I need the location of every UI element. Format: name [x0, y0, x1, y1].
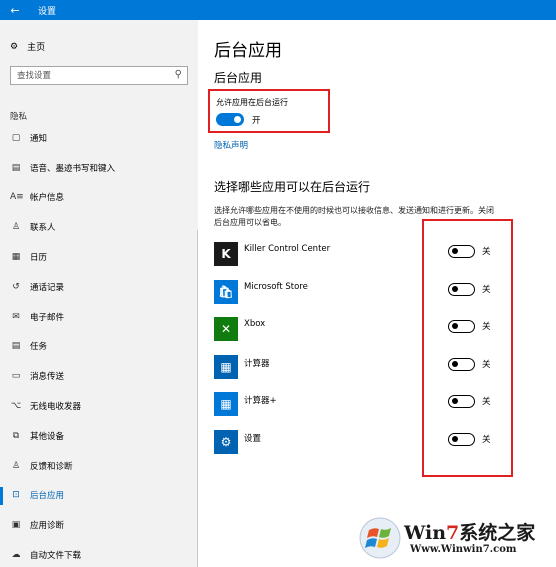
sidebar-item-label: 任务 [30, 342, 48, 353]
app-toggles-highlight [422, 219, 513, 477]
app-name: 设置 [244, 433, 262, 444]
sidebar-item-label: 帐户信息 [30, 193, 65, 204]
sidebar-item-label: 通话记录 [30, 282, 65, 293]
toggle-knob [234, 116, 241, 123]
sidebar-item-label: 语音、墨迹书写和键入 [30, 163, 116, 174]
sidebar-item-app-diagnostics[interactable]: ▣ 应用诊断 [0, 510, 198, 540]
email-icon: ✉ [12, 311, 20, 322]
search-icon[interactable]: ⚲ [175, 69, 182, 80]
sidebar-item-label: 应用诊断 [30, 521, 65, 532]
app-icon: ✕ [214, 317, 238, 341]
contacts-icon: ♙ [11, 222, 21, 233]
allow-background-state: 开 [252, 116, 261, 126]
sidebar-item-notifications[interactable]: ▢ 通知 [0, 123, 198, 153]
home-link[interactable]: ⚙ 主页 [10, 40, 46, 54]
search-box[interactable]: ⚲ [10, 66, 188, 85]
app-icon: K [214, 242, 238, 266]
section-header-privacy: 隐私 [10, 112, 28, 122]
allow-background-toggle[interactable] [216, 113, 244, 126]
watermark-url: Www.Winwin7.com [410, 544, 517, 555]
app-name: Microsoft Store [244, 281, 308, 292]
allow-background-highlight: 允许应用在后台运行 开 [208, 89, 330, 133]
sidebar-item-label: 通知 [30, 133, 48, 144]
back-arrow-icon: ← [10, 3, 20, 17]
sidebar-item-auto-download[interactable]: ☁ 自动文件下载 [0, 540, 198, 567]
notifications-icon: ▢ [11, 132, 21, 143]
sidebar-item-label: 后台应用 [30, 491, 65, 502]
page-title: 后台应用 [214, 41, 282, 61]
sidebar-item-calendar[interactable]: ▦ 日历 [0, 242, 198, 272]
watermark-brand: Win7系统之家 [404, 522, 536, 544]
app-icon: 🛍 [214, 279, 238, 304]
section-title: 后台应用 [214, 71, 263, 85]
account-info-icon: A≡ [10, 192, 24, 203]
auto-download-icon: ☁ [11, 550, 21, 561]
sidebar-item-label: 反馈和诊断 [30, 461, 73, 472]
app-name: 计算器+ [244, 396, 277, 406]
sidebar-item-speech[interactable]: ▤ 语音、墨迹书写和键入 [0, 153, 198, 183]
title-bar: ← 设置 [0, 0, 556, 20]
radios-icon: ⌥ [10, 401, 22, 412]
tasks-icon: ▤ [11, 341, 21, 352]
sidebar-item-other-devices[interactable]: ⧉ 其他设备 [0, 421, 198, 451]
sidebar-item-label: 日历 [30, 253, 48, 264]
sidebar-item-label: 消息传送 [30, 372, 65, 383]
app-name: 计算器 [244, 358, 270, 369]
app-icon: ▦ [214, 392, 238, 416]
gear-icon: ⚙ [10, 41, 19, 52]
sidebar-item-tasks[interactable]: ▤ 任务 [0, 332, 198, 362]
sidebar-item-contacts[interactable]: ♙ 联系人 [0, 212, 198, 242]
home-label: 主页 [27, 43, 46, 53]
sidebar-item-label: 联系人 [30, 223, 56, 234]
app-diagnostics-icon: ▣ [11, 520, 21, 531]
background-apps-icon: ⊡ [12, 490, 20, 501]
sidebar-item-messaging[interactable]: ▭ 消息传送 [0, 361, 198, 391]
sidebar-nav: ▢ 通知 ▤ 语音、墨迹书写和键入 A≡ 帐户信息 ♙ 联系人 ▦ 日历 ↺ 通话记录 ✉ 电子邮件 ▤ 任务… [0, 123, 198, 567]
sidebar-item-feedback[interactable]: ♙ 反馈和诊断 [0, 451, 198, 481]
sidebar-item-call-history[interactable]: ↺ 通话记录 [0, 272, 198, 302]
speech-icon: ▤ [11, 162, 21, 173]
windows-logo-icon [359, 517, 401, 559]
choose-apps-title: 选择哪些应用可以在后台运行 [214, 180, 371, 194]
sidebar-item-label: 无线电收发器 [30, 402, 82, 413]
window-title: 设置 [38, 7, 57, 17]
sidebar: ⚙ 主页 ⚲ 隐私 ▢ 通知 ▤ 语音、墨迹书写和键入 A≡ 帐户信息 ♙ 联系人 ▦ 日历 ↺ 通话… [0, 20, 198, 567]
back-button[interactable]: ← [0, 0, 30, 20]
sidebar-item-label: 自动文件下载 [30, 551, 82, 562]
call-history-icon: ↺ [12, 281, 20, 292]
app-icon: ⚙ [214, 429, 238, 454]
search-input[interactable] [11, 67, 161, 84]
app-name: Killer Control Center [244, 244, 331, 254]
sidebar-item-background-apps[interactable]: ⊡ 后台应用 [0, 481, 198, 511]
watermark: Win7系统之家 Www.Winwin7.com [358, 514, 556, 567]
sidebar-item-account-info[interactable]: A≡ 帐户信息 [0, 183, 198, 213]
app-icon: ▦ [214, 354, 238, 379]
privacy-statement-link[interactable]: 隐私声明 [214, 139, 248, 151]
main-content: 后台应用 后台应用 允许应用在后台运行 开 隐私声明 选择哪些应用可以在后台运行… [198, 20, 556, 567]
other-devices-icon: ⧉ [12, 430, 20, 441]
feedback-icon: ♙ [11, 460, 21, 471]
calendar-icon: ▦ [11, 252, 21, 263]
sidebar-item-label: 电子邮件 [30, 312, 65, 323]
sidebar-item-radios[interactable]: ⌥ 无线电收发器 [0, 391, 198, 421]
messaging-icon: ▭ [11, 371, 21, 382]
app-name: Xbox [244, 319, 266, 329]
allow-background-label: 允许应用在后台运行 [216, 98, 288, 107]
sidebar-item-email[interactable]: ✉ 电子邮件 [0, 302, 198, 332]
sidebar-item-label: 其他设备 [30, 431, 65, 442]
